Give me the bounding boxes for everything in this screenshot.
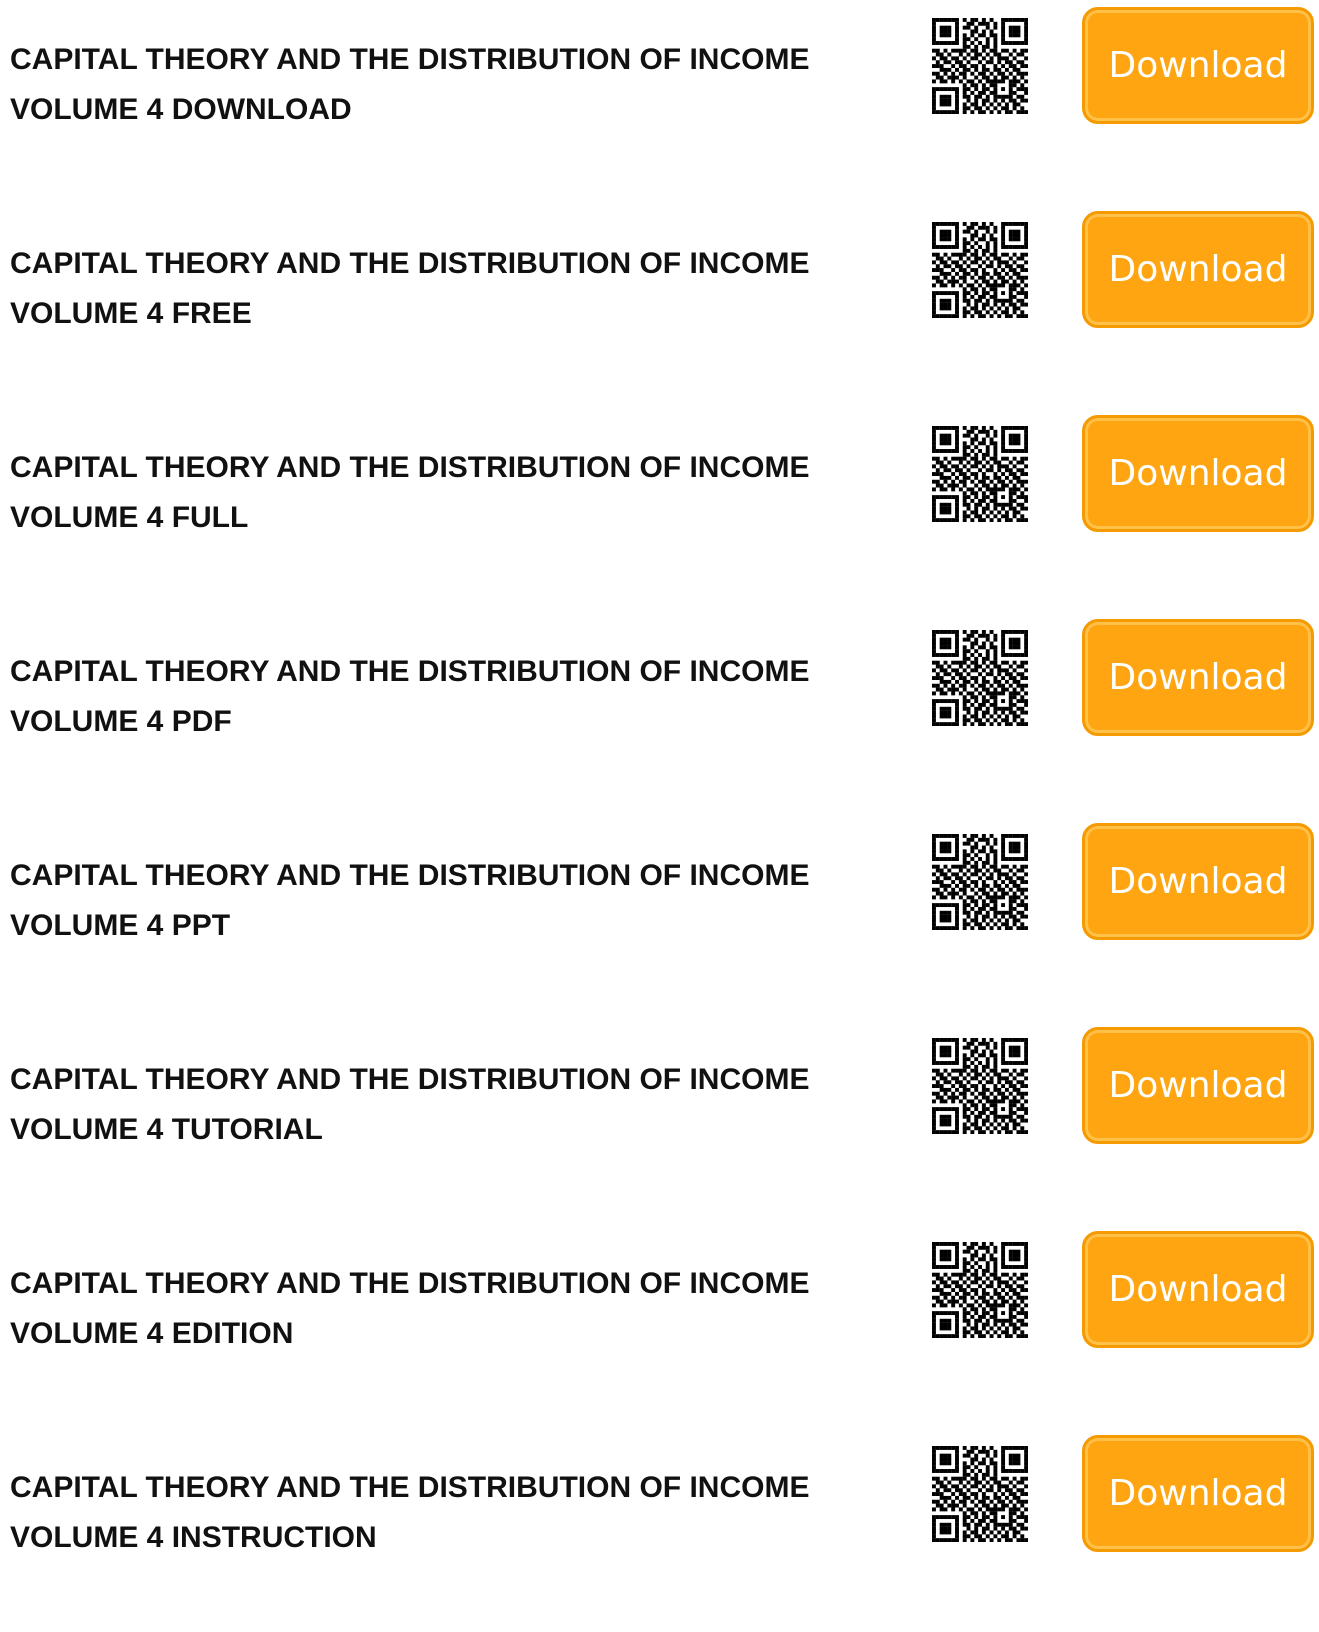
download-button[interactable]: Download	[1082, 1435, 1314, 1552]
qr-code-icon	[932, 222, 1028, 318]
item-title-line2: VOLUME 4 PPT	[10, 909, 231, 942]
item-title-line2: VOLUME 4 FULL	[10, 501, 249, 534]
list-item: CAPITAL THEORY AND THE DISTRIBUTION OF I…	[0, 0, 1319, 204]
list-item: CAPITAL THEORY AND THE DISTRIBUTION OF I…	[0, 408, 1319, 612]
download-button-label: Download	[1108, 1473, 1288, 1514]
download-button-label: Download	[1108, 657, 1288, 698]
download-button[interactable]: Download	[1082, 415, 1314, 532]
list-item: CAPITAL THEORY AND THE DISTRIBUTION OF I…	[0, 204, 1319, 408]
qr-code-icon	[932, 18, 1028, 114]
download-button[interactable]: Download	[1082, 1231, 1314, 1348]
qr-code-icon	[932, 630, 1028, 726]
item-title-line1: CAPITAL THEORY AND THE DISTRIBUTION OF I…	[10, 1267, 810, 1300]
qr-code-icon	[932, 834, 1028, 930]
qr-code-icon	[932, 426, 1028, 522]
item-title-line2: VOLUME 4 FREE	[10, 297, 252, 330]
download-button[interactable]: Download	[1082, 211, 1314, 328]
qr-code-icon	[932, 1038, 1028, 1134]
list-item: CAPITAL THEORY AND THE DISTRIBUTION OF I…	[0, 1428, 1319, 1632]
list-item: CAPITAL THEORY AND THE DISTRIBUTION OF I…	[0, 1020, 1319, 1224]
qr-code-icon	[932, 1242, 1028, 1338]
download-button-label: Download	[1108, 1065, 1288, 1106]
qr-code-icon	[932, 1446, 1028, 1542]
item-title-line1: CAPITAL THEORY AND THE DISTRIBUTION OF I…	[10, 1063, 810, 1096]
item-title-line2: VOLUME 4 EDITION	[10, 1317, 294, 1350]
download-button-label: Download	[1108, 1269, 1288, 1310]
item-title-line1: CAPITAL THEORY AND THE DISTRIBUTION OF I…	[10, 655, 810, 688]
list-item: CAPITAL THEORY AND THE DISTRIBUTION OF I…	[0, 1224, 1319, 1428]
item-title: CAPITAL THEORY AND THE DISTRIBUTION OF I…	[10, 647, 890, 747]
download-button-label: Download	[1108, 453, 1288, 494]
item-title: CAPITAL THEORY AND THE DISTRIBUTION OF I…	[10, 851, 890, 951]
download-button-label: Download	[1108, 249, 1288, 290]
item-title-line2: VOLUME 4 PDF	[10, 705, 232, 738]
download-button[interactable]: Download	[1082, 7, 1314, 124]
item-title: CAPITAL THEORY AND THE DISTRIBUTION OF I…	[10, 1463, 890, 1563]
list-item: CAPITAL THEORY AND THE DISTRIBUTION OF I…	[0, 816, 1319, 1020]
item-title: CAPITAL THEORY AND THE DISTRIBUTION OF I…	[10, 35, 890, 135]
item-title: CAPITAL THEORY AND THE DISTRIBUTION OF I…	[10, 443, 890, 543]
item-title-line1: CAPITAL THEORY AND THE DISTRIBUTION OF I…	[10, 1471, 810, 1504]
download-button[interactable]: Download	[1082, 823, 1314, 940]
list-item: CAPITAL THEORY AND THE DISTRIBUTION OF I…	[0, 612, 1319, 816]
item-title-line1: CAPITAL THEORY AND THE DISTRIBUTION OF I…	[10, 451, 810, 484]
item-title-line2: VOLUME 4 TUTORIAL	[10, 1113, 323, 1146]
item-title-line2: VOLUME 4 DOWNLOAD	[10, 93, 352, 126]
item-title-line1: CAPITAL THEORY AND THE DISTRIBUTION OF I…	[10, 43, 810, 76]
download-button[interactable]: Download	[1082, 619, 1314, 736]
download-button-label: Download	[1108, 861, 1288, 902]
item-title: CAPITAL THEORY AND THE DISTRIBUTION OF I…	[10, 1259, 890, 1359]
item-title-line1: CAPITAL THEORY AND THE DISTRIBUTION OF I…	[10, 859, 810, 892]
item-title-line1: CAPITAL THEORY AND THE DISTRIBUTION OF I…	[10, 247, 810, 280]
download-button-label: Download	[1108, 45, 1288, 86]
item-title-line2: VOLUME 4 INSTRUCTION	[10, 1521, 377, 1554]
item-title: CAPITAL THEORY AND THE DISTRIBUTION OF I…	[10, 239, 890, 339]
download-button[interactable]: Download	[1082, 1027, 1314, 1144]
item-title: CAPITAL THEORY AND THE DISTRIBUTION OF I…	[10, 1055, 890, 1155]
